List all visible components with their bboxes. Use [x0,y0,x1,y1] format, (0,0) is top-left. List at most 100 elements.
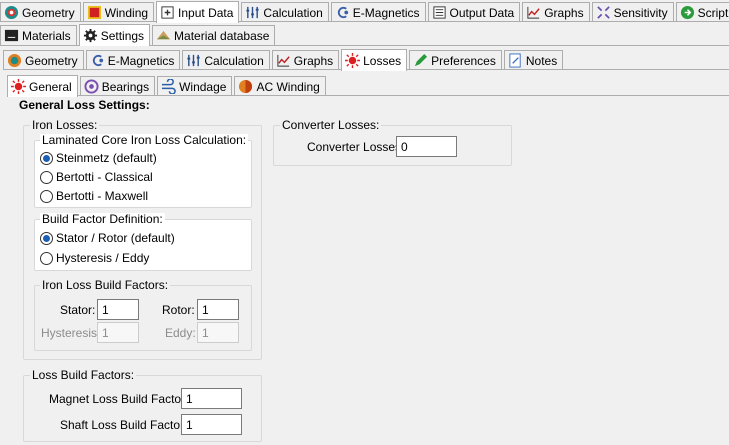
tab-material-database[interactable]: Material database [152,25,276,45]
loss-build-factors-legend: Loss Build Factors: [30,368,137,382]
eddy-label: Eddy: [165,326,196,340]
tab-label: Input Data [178,5,234,20]
ac-winding-icon [238,79,253,94]
tab-notes[interactable]: Notes [503,50,564,70]
converter-losses-label: Converter Losses: [307,140,405,154]
tab-label: Losses [363,53,402,68]
second-tab-strip: Materials Settings Material database [0,23,277,46]
tab-label: Geometry [22,5,75,20]
shaft-loss-build-factor-input[interactable]: 1 [181,414,242,435]
radio-hysteresis-eddy[interactable]: Hysteresis / Eddy [40,251,149,265]
iron-losses-legend: Iron Losses: [30,118,100,132]
rotor-build-factor-input[interactable]: 1 [197,299,239,320]
tab-scripting[interactable]: Scripting [675,2,729,22]
converter-losses-group: Converter Losses: Converter Losses: 0 [273,119,512,166]
radio-label: Bertotti - Maxwell [56,189,149,203]
calculation-icon [186,53,201,68]
radio-indicator [40,189,53,203]
input-data-icon [160,5,175,20]
tab-materials[interactable]: Materials [0,25,77,45]
tab-label: Settings [100,28,145,43]
fourth-tab-strip: General Bearings Windage AC Winding [7,74,328,97]
rotor-label: Rotor: [162,303,195,317]
tab-label: Graphs [293,53,334,68]
tab-label: Notes [525,53,558,68]
tab-sensitivity[interactable]: Sensitivity [591,2,674,22]
laminated-core-legend: Laminated Core Iron Loss Calculation: [40,133,249,147]
tab-windage[interactable]: Windage [157,76,233,96]
tab-label: Material database [174,28,270,43]
hysteresis-label: Hysteresis: [41,326,101,340]
radio-stator-rotor[interactable]: Stator / Rotor (default) [40,231,175,245]
radio-bertotti-classical[interactable]: Bertotti - Classical [40,170,153,184]
material-database-icon [156,28,171,43]
tab-e-magnetics-settings[interactable]: E-Magnetics [85,50,181,70]
radio-steinmetz[interactable]: Steinmetz (default) [40,151,157,165]
notes-icon [508,53,523,68]
tab-geometry[interactable]: Geometry [0,2,81,22]
tab-label: Bearings [101,79,150,94]
graphs-icon [276,53,291,68]
tab-general[interactable]: General [7,75,78,97]
tab-divider [0,21,729,22]
converter-losses-legend: Converter Losses: [280,118,382,132]
scripting-icon [680,5,695,20]
radio-label: Steinmetz (default) [56,151,157,165]
stator-build-factor-input[interactable]: 1 [97,299,139,320]
radio-selected-indicator [40,151,53,165]
tab-geometry-settings[interactable]: Geometry [3,50,84,70]
converter-losses-input[interactable]: 0 [396,136,457,157]
tab-label: Calculation [263,5,323,20]
tab-settings[interactable]: Settings [78,24,151,46]
tab-graphs[interactable]: Graphs [522,2,590,22]
tab-ac-winding[interactable]: AC Winding [234,76,326,96]
tab-label: E-Magnetics [352,5,420,20]
tab-calculation[interactable]: Calculation [241,2,329,22]
radio-label: Stator / Rotor (default) [56,231,175,245]
tab-label: Materials [22,28,71,43]
iron-losses-group: Iron Losses: Laminated Core Iron Loss Ca… [23,119,262,360]
build-factor-definition-group: Build Factor Definition: Stator / Rotor … [34,213,252,271]
tab-graphs-settings[interactable]: Graphs [271,50,340,70]
tab-bearings[interactable]: Bearings [79,76,156,96]
tab-label: Scripting [697,5,729,20]
magnet-loss-build-factor-input[interactable]: 1 [181,388,242,409]
eddy-build-factor-input[interactable]: 1 [197,322,239,343]
build-factor-definition-legend: Build Factor Definition: [40,212,165,226]
magnet-loss-build-factor-label: Magnet Loss Build Factor: [49,392,189,406]
calculation-icon [245,5,260,20]
tab-label: Winding [104,5,149,20]
e-magnetics-icon [90,53,105,68]
tab-losses[interactable]: Losses [341,49,408,71]
loss-build-factors-group: Loss Build Factors: Magnet Loss Build Fa… [23,369,262,442]
windage-icon [161,79,176,94]
tab-label: Calculation [204,53,264,68]
tab-input-data[interactable]: Input Data [156,1,240,23]
laminated-core-group: Laminated Core Iron Loss Calculation: St… [34,134,252,208]
tab-winding[interactable]: Winding [82,2,155,22]
iron-loss-build-factors-legend: Iron Loss Build Factors: [40,278,171,292]
tab-label: Sensitivity [613,5,668,20]
winding-icon [87,5,102,20]
tab-divider [7,95,729,96]
tab-e-magnetics[interactable]: E-Magnetics [330,2,426,22]
radio-bertotti-maxwell[interactable]: Bertotti - Maxwell [40,189,148,203]
iron-loss-build-factors-group: Iron Loss Build Factors: Stator: 1 Rotor… [34,279,252,351]
page-title: General Loss Settings: [19,98,150,112]
hysteresis-build-factor-input[interactable]: 1 [97,322,139,343]
bearings-icon [84,79,99,94]
tab-label: Graphs [544,5,584,20]
tab-preferences[interactable]: Preferences [409,50,502,70]
tab-calculation-settings[interactable]: Calculation [182,50,270,70]
radio-label: Bertotti - Classical [56,170,153,184]
third-tab-strip: Geometry E-Magnetics Calculation Graphs … [3,48,565,71]
tab-label: Geometry [25,53,78,68]
tab-output-data[interactable]: Output Data [427,2,521,22]
stator-label: Stator: [60,303,96,317]
radio-indicator [40,251,53,265]
losses-icon [11,79,26,94]
graphs-icon [526,5,541,20]
tab-label: Output Data [449,5,515,20]
sensitivity-icon [596,5,611,20]
output-data-icon [432,5,447,20]
